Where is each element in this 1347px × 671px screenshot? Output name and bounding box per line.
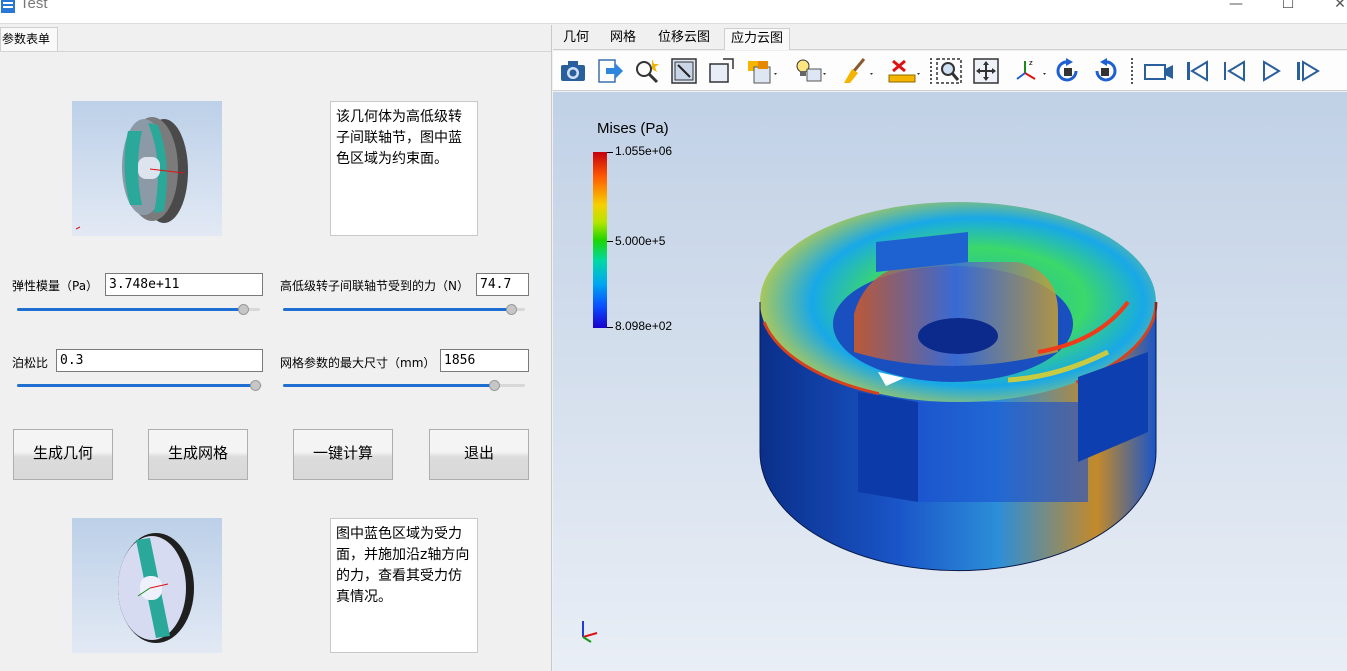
viewer-toolbar: z: [553, 51, 1347, 91]
tab-geometry[interactable]: 几何: [557, 28, 595, 50]
rotate-ccw-icon[interactable]: [1091, 57, 1119, 85]
record-video-icon[interactable]: [1143, 57, 1175, 85]
exit-button[interactable]: 退出: [429, 429, 529, 480]
force-input[interactable]: 74.7: [476, 273, 529, 296]
generate-mesh-button[interactable]: 生成网格: [148, 429, 248, 480]
axes-icon[interactable]: z: [1015, 57, 1049, 85]
mesh-size-slider[interactable]: [283, 379, 525, 393]
tab-parameter-form[interactable]: 参数表单: [0, 27, 58, 51]
view-tabs: 几何 网格 位移云图 应力云图: [553, 25, 1347, 50]
mesh-size-label: 网格参数的最大尺寸（mm）: [280, 356, 436, 370]
toolbar-separator: [1131, 58, 1133, 84]
generate-geometry-button[interactable]: 生成几何: [13, 429, 113, 480]
minimize-button[interactable]: —: [1213, 0, 1259, 20]
load-description: 图中蓝色区域为受力面，并施加沿z轴方向的力，查看其受力仿真情况。: [330, 518, 478, 653]
ruler-clear-icon[interactable]: [887, 57, 923, 85]
force-slider[interactable]: [283, 303, 525, 317]
bulb-icon[interactable]: [793, 57, 829, 85]
poisson-ratio-slider[interactable]: [17, 379, 262, 393]
toolbar-separator: [930, 58, 932, 84]
stress-contour-viewport[interactable]: Mises (Pa) 1.055e+06 5.000e+5 8.098e+02: [553, 92, 1347, 671]
legend-title: Mises (Pa): [597, 120, 669, 137]
pan-icon[interactable]: [972, 57, 1000, 85]
constraint-face-preview: [72, 101, 222, 236]
maximize-button[interactable]: ☐: [1265, 0, 1311, 20]
brush-icon[interactable]: [840, 57, 876, 85]
parameter-form: 该几何体为高低级转子间联轴节，图中蓝色区域为约束面。 弹性模量（Pa） 3.74…: [0, 51, 551, 659]
camera-icon[interactable]: [559, 57, 587, 85]
export-icon[interactable]: [596, 57, 624, 85]
app-icon: [1, 0, 15, 13]
parameter-panel: 参数表单 该几何体为高低级转子间联轴节，图中蓝色区域为约束面。 弹性模量（Pa）…: [0, 25, 552, 671]
box-select-icon[interactable]: [707, 57, 735, 85]
close-button[interactable]: ✕: [1317, 0, 1347, 20]
coupling-stress-model: [758, 202, 1158, 572]
mesh-size-input[interactable]: 1856: [440, 349, 529, 372]
tab-displacement[interactable]: 位移云图: [652, 28, 716, 50]
compute-button[interactable]: 一键计算: [293, 429, 393, 480]
zoom-box-icon[interactable]: [935, 57, 963, 85]
prev-frame-icon[interactable]: [1220, 57, 1248, 85]
orientation-axes-icon: [582, 621, 598, 643]
poisson-ratio-label: 泊松比: [12, 356, 49, 370]
viewer-panel: 几何 网格 位移云图 应力云图 z Mises (Pa) 1.055e+06 5…: [553, 25, 1347, 671]
window-title: Test: [20, 0, 48, 12]
poisson-ratio-input[interactable]: 0.3: [56, 349, 263, 372]
rotate-cw-icon[interactable]: [1054, 57, 1082, 85]
play-icon[interactable]: [1257, 57, 1285, 85]
legend-mid-label: 5.000e+5: [615, 234, 666, 248]
first-frame-icon[interactable]: [1183, 57, 1211, 85]
svg-text:z: z: [1029, 59, 1033, 67]
constraint-description: 该几何体为高低级转子间联轴节，图中蓝色区域为约束面。: [330, 101, 478, 236]
last-frame-icon[interactable]: [1293, 57, 1321, 85]
elastic-modulus-input[interactable]: 3.748e+11: [105, 273, 263, 296]
folder-open-icon[interactable]: [746, 57, 780, 85]
legend-min-label: 8.098e+02: [615, 319, 673, 333]
stress-color-bar: [593, 152, 607, 328]
elastic-modulus-slider[interactable]: [17, 303, 260, 317]
magic-wand-icon[interactable]: [633, 57, 661, 85]
elastic-modulus-label: 弹性模量（Pa）: [12, 279, 99, 293]
legend-max-label: 1.055e+06: [615, 144, 673, 158]
fit-view-icon[interactable]: [670, 57, 698, 85]
tab-mesh[interactable]: 网格: [604, 28, 642, 50]
title-bar: Test — ☐ ✕: [0, 0, 1347, 24]
tab-stress[interactable]: 应力云图: [724, 28, 791, 50]
force-label: 高低级转子间联轴节受到的力（N）: [280, 279, 469, 293]
load-face-preview: [72, 518, 222, 653]
